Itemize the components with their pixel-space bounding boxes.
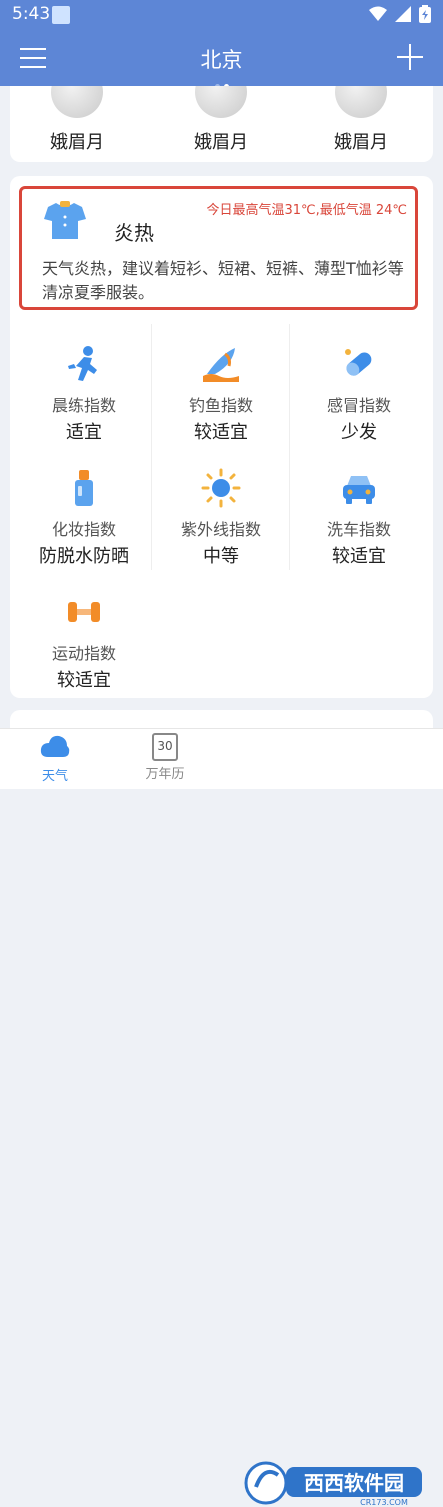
- city-title[interactable]: 北京: [0, 44, 443, 74]
- index-item-car-wash[interactable]: 洗车指数 较适宜: [290, 468, 428, 568]
- fishing-icon: [203, 348, 239, 382]
- tip-title: 炎热: [114, 221, 154, 245]
- calendar-number: 30: [157, 739, 173, 753]
- wifi-icon: [369, 6, 387, 21]
- tab-calendar[interactable]: 30 万年历: [110, 733, 220, 782]
- car-icon: [343, 476, 375, 504]
- moon-icon: [195, 86, 247, 118]
- moon-phase-card: 娥眉月 娥眉月 娥眉月: [10, 86, 433, 162]
- moon-phase-label: 娥眉月: [50, 132, 104, 153]
- moon-phase-item: 娥眉月: [27, 86, 127, 154]
- tab-label: 天气: [41, 769, 68, 784]
- index-label: 感冒指数: [326, 396, 391, 415]
- pill-icon: [345, 349, 372, 376]
- dumbbell-icon: [68, 602, 100, 622]
- clothing-tip[interactable]: 炎热 今日最高气温31℃,最低气温 24℃ 天气炎热，建议着短衫、短裙、短裤、薄…: [19, 186, 418, 310]
- shirt-icon: [44, 201, 86, 239]
- moon-phase-item: 娥眉月: [171, 86, 271, 154]
- index-value: 较适宜: [332, 546, 386, 567]
- index-value: 中等: [203, 546, 239, 567]
- calendar-icon: 30: [152, 733, 178, 761]
- battery-icon: [419, 5, 431, 23]
- index-label: 运动指数: [51, 644, 116, 663]
- app-header: 北京: [0, 30, 443, 89]
- status-icons: [369, 5, 431, 23]
- site-watermark: 西西软件园 CR173.COM: [244, 1461, 422, 1507]
- running-icon: [68, 346, 97, 381]
- index-item-makeup[interactable]: 化妆指数 防脱水防晒: [15, 468, 153, 568]
- index-item-sports[interactable]: 运动指数 较适宜: [15, 592, 153, 692]
- gallery-icon: [52, 6, 70, 24]
- weather-cloud-icon: [40, 735, 70, 757]
- index-label: 洗车指数: [326, 520, 391, 539]
- index-value: 较适宜: [194, 422, 248, 443]
- index-value: 适宜: [66, 422, 102, 443]
- tab-label: 万年历: [145, 767, 185, 782]
- bottom-tab-bar: 天气 30 万年历 西西软件园 CR173.COM: [0, 728, 443, 1507]
- watermark-text: 西西软件园: [304, 1471, 404, 1495]
- moon-phase-label: 娥眉月: [334, 132, 388, 153]
- index-item-uv[interactable]: 紫外线指数 中等: [152, 468, 290, 568]
- tab-weather[interactable]: 天气: [0, 733, 110, 784]
- index-label: 化妆指数: [51, 520, 116, 539]
- tip-text: 天气炎热，建议着短衫、短裙、短裤、薄型T恤衫等清凉夏季服装。: [42, 259, 404, 302]
- moon-icon: [51, 86, 103, 118]
- cosmetics-icon: [75, 470, 93, 506]
- index-item-fishing[interactable]: 钓鱼指数 较适宜: [152, 344, 290, 444]
- temperature-range: 今日最高气温31℃,最低气温 24℃: [206, 203, 407, 218]
- watermark-subtext: CR173.COM: [360, 1498, 408, 1507]
- index-item-cold[interactable]: 感冒指数 少发: [290, 344, 428, 444]
- index-value: 防脱水防晒: [39, 546, 129, 567]
- index-label: 钓鱼指数: [188, 396, 253, 415]
- index-label: 晨练指数: [51, 396, 116, 415]
- moon-icon: [335, 86, 387, 118]
- status-bar: 5:43: [0, 0, 443, 30]
- add-city-icon[interactable]: [397, 44, 423, 70]
- index-label: 紫外线指数: [180, 520, 261, 539]
- signal-icon: [395, 6, 411, 22]
- life-index-card: 炎热 今日最高气温31℃,最低气温 24℃ 天气炎热，建议着短衫、短裙、短裤、薄…: [10, 176, 433, 698]
- sun-icon: [201, 468, 241, 508]
- index-item-morning-exercise[interactable]: 晨练指数 适宜: [15, 344, 153, 444]
- index-value: 较适宜: [57, 670, 111, 691]
- moon-phase-item: 娥眉月: [311, 86, 411, 154]
- index-value: 少发: [341, 422, 377, 443]
- moon-phase-label: 娥眉月: [194, 132, 248, 153]
- status-time: 5:43: [12, 4, 51, 24]
